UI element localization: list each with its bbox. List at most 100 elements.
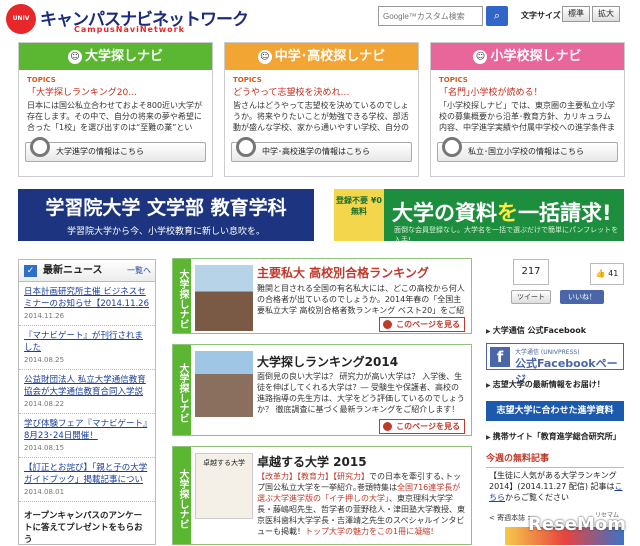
magnifier-icon [30,137,50,157]
face-icon: ☺ [473,49,488,64]
panel-link-label: 私立･国立小学校の情報はこちら [468,147,584,156]
gakushuin-banner[interactable]: 学習院大学 文学部 教育学科 学習院大学から今、小学校教育に新しい息吹を。 [18,189,314,241]
resemom-watermark-sub: リセマム [595,512,620,519]
latest-info-label: 志望大学の最新情報をお届け！ [486,379,605,390]
site-logo-subtitle: CampusNaviNetwork [74,25,185,34]
feature-text-red: トップ大学の魅力をこの1冊に凝縮！ [305,527,439,536]
panel-header[interactable]: ☺ 大学探しナビ [19,43,212,70]
news-date: 2014.08.01 [24,488,65,496]
feature-excellent-universities: 大学探しナビ 卓越する大学 卓越する大学 2015 【改革力】【教育力】【研究力… [172,446,472,545]
feature-title[interactable]: 主要私大 高校別合格ランキング [257,264,429,281]
feature-ranking-2014: 大学探しナビ 大学探しランキング2014 面倒見の良い大学は？ 研究力が高い大学… [172,344,472,436]
news-item[interactable]: 【訂正とお詫び】「親と子の大学ガイドブック」掲載記事について 2014.08.01 [19,458,155,502]
brochure-request-banner[interactable]: 登録不要 ¥0 無料 大学の資料を一括請求! 面倒な会員登録なし。大学名を一括で… [334,189,624,244]
panel-university-search: ☺ 大学探しナビ TOPICS 「大学探しランキング20… 日本には国公私立合わせ… [18,42,213,177]
news-more-link[interactable]: 一覧へ [127,260,151,282]
free-article-text: 【生徒に人気がある大学ランキング2014】(2014.11.27 配信) 記事は… [489,470,624,503]
banner-title-b: を [497,201,518,225]
panel-link-button[interactable]: 中学･高校進学の情報はこちら [231,137,412,162]
panel-link-label: 中学･高校進学の情報はこちら [262,147,370,156]
free-article-body-end: からご覧ください [505,493,569,502]
facebook-icon: f [490,347,510,367]
news-item[interactable]: 学び体験フェア『マナビゲート』8月23･24日開催！ 2014.08.15 [19,414,155,458]
like-count-value: 41 [608,269,619,278]
open-campus-survey-link[interactable]: オープンキャンパスのアンケートに答えてプレゼントをもらおう [19,502,155,546]
feature-tab: 大学探しナビ [173,345,191,435]
search-input[interactable] [378,6,483,26]
news-date: 2014.08.22 [24,400,65,408]
mobile-site-label[interactable]: 携帯サイト「教育進学総合研究所」 [486,431,621,442]
feature-title[interactable]: 大学探しランキング2014 [257,353,398,370]
news-title[interactable]: 公益財団法人 私立大学通信教育協会が大学通信教育合同入学説明会を実施 [24,374,150,398]
share-count: 217 [513,259,549,285]
topic-title[interactable]: どうやって志望校を決めれ… [233,85,410,98]
news-title[interactable]: 学び体験フェア『マナビゲート』8月23･24日開催！ [24,418,150,442]
logo-mark[interactable]: UNIV PRESS [6,4,36,52]
news-heading: 最新ニュース [43,265,103,276]
panel-link-button[interactable]: 私立･国立小学校の情報はこちら [437,137,618,162]
news-date: 2014.08.15 [24,444,65,452]
facebook-like-button[interactable]: いいね！ [560,290,604,304]
panel-title: 中学･高校探しナビ [274,49,386,64]
news-item[interactable]: 公益財団法人 私立大学通信教育協会が大学通信教育合同入学説明会を実施 2014.0… [19,370,155,414]
free-article-heading: 今週の無料記事 [486,451,624,468]
book-cover-image[interactable]: 卓越する大学 [195,453,253,519]
panel-title: 小学校探しナビ [490,49,582,64]
news-title[interactable]: 【訂正とお詫び】「親と子の大学ガイドブック」掲載記事について [24,462,150,486]
topic-body: 「小学校探しナビ」では、東京圏の主要私立小学校の募集概要から沿革･教育方針、カリ… [439,101,615,132]
news-date: 2014.08.25 [24,356,65,364]
feature-title[interactable]: 卓越する大学 2015 [257,453,367,470]
banner-title: 学習院大学 文学部 教育学科 [45,197,287,219]
news-box: ✓ 最新ニュース 一覧へ 日本計画研究所主催 ビジネスセミナーのお知らせ【201… [18,259,156,545]
matched-materials-banner[interactable]: 志望大学に合わせた進学資料 [486,401,624,421]
thumbs-up-icon: 👍 [595,269,606,278]
feature-image[interactable] [195,351,253,417]
news-item[interactable]: 日本計画研究所主催 ビジネスセミナーのお知らせ【2014.11.26更新】 201… [19,282,155,326]
panel-junior-high-search: ☺ 中学･高校探しナビ TOPICS どうやって志望校を決めれ… 皆さんはどうやっ… [224,42,419,177]
font-standard-button[interactable]: 標準 [562,6,590,22]
news-title[interactable]: 『マナビゲート』が刊行されました [24,330,150,354]
magnifier-icon [236,137,256,157]
news-header: ✓ 最新ニュース 一覧へ [19,260,155,282]
feature-text: 難関と目される全国の有名私大には、どこの高校から何人の合格者が出ているのでしょう… [257,284,465,315]
news-title[interactable]: 日本計画研究所主催 ビジネスセミナーのお知らせ【2014.11.26更新】 [24,286,150,310]
banner-subtitle: 学習院大学から今、小学校教育に新しい息吹を。 [66,227,265,237]
panel-link-button[interactable]: 大学進学の情報はこちら [25,137,206,162]
tweet-button[interactable]: ツイート [511,290,551,304]
topics-label: TOPICS [439,76,468,84]
feature-tab: 大学探しナビ [173,259,191,333]
face-icon: ☺ [257,49,272,64]
banner-title-c: 一括請求! [518,201,612,225]
face-icon: ☺ [67,49,82,64]
magnifier-icon [442,137,462,157]
like-count: 👍 41 [590,263,624,285]
feature-text-red: 【改革力】【教育力】【研究力】 [257,472,369,481]
banner-title-a: 大学の資料 [392,201,497,225]
panel-elementary-search: ☺ 小学校探しナビ TOPICS 「名門｣小学校が読める！ 「小学校探しナビ」では… [430,42,625,177]
font-large-button[interactable]: 拡大 [592,6,620,22]
check-icon: ✓ [24,265,37,277]
topic-body: 日本には国公私立合わせておよそ800近い大学が存在します。その中で、自分の将来の… [27,101,203,132]
facebook-page-banner[interactable]: f 大学通信 (UNIVPRESS) 公式Facebookページ [486,343,624,386]
feature-text: 面倒見の良い大学は？ 研究力が高い大学は？ 入学後、生徒を伸ばしてくれる大学は？… [257,372,465,414]
panel-header[interactable]: ☺ 中学･高校探しナビ [225,43,418,70]
panel-header[interactable]: ☺ 小学校探しナビ [431,43,624,70]
topic-body: 皆さんはどうやって志望校を決めているのでしょうか。将来やりたいことが勉強できる学… [233,101,409,132]
topic-title[interactable]: 「大学探しランキング20… [27,85,204,98]
news-date: 2014.11.26 [24,312,65,320]
panel-link-label: 大学進学の情報はこちら [56,147,144,156]
free-article-subtext: < 寄週本誌 > [489,514,534,522]
facebook-label: 大学通信 公式Facebook [486,325,586,336]
panel-title: 大学探しナビ [84,49,163,64]
view-page-button[interactable]: このページを見る [379,419,465,434]
topic-title[interactable]: 「名門｣小学校が読める！ [439,85,616,98]
topics-label: TOPICS [27,76,56,84]
banner-title: 大学の資料を一括請求! [392,197,612,227]
feature-ranking-private: 大学探しナビ 主要私大 高校別合格ランキング 難関と目される全国の有名私大には、… [172,258,472,334]
news-item[interactable]: 『マナビゲート』が刊行されました 2014.08.25 [19,326,155,370]
view-page-button[interactable]: このページを見る [379,317,465,332]
font-size-label: 文字サイズ [521,11,561,20]
search-icon: ⌕ [493,9,501,22]
feature-image[interactable] [195,265,253,331]
search-button[interactable]: ⌕ [486,6,508,26]
